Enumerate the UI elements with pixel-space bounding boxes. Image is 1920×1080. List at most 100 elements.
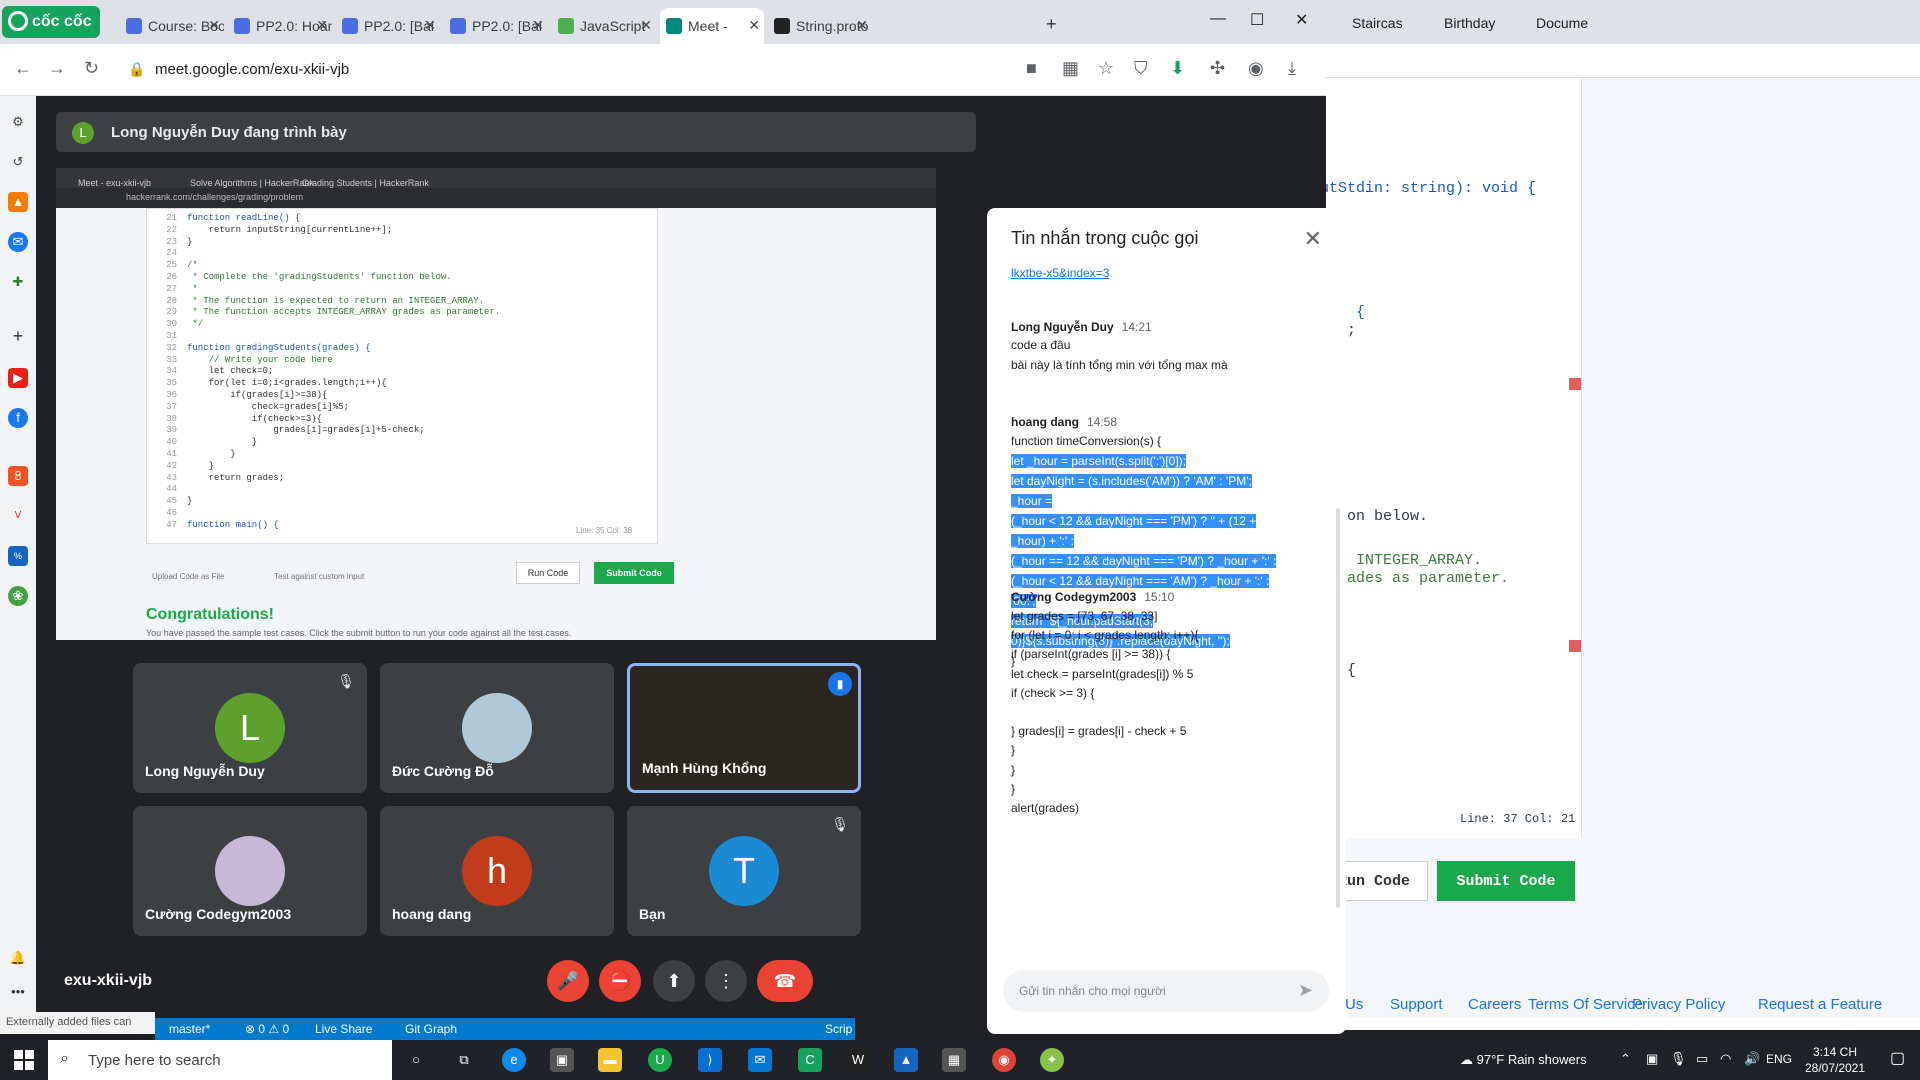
git-branch[interactable]: master*: [169, 1022, 210, 1036]
browser-tab[interactable]: JavaScript ✕: [552, 8, 656, 44]
downloads-icon[interactable]: ⤓: [1288, 58, 1296, 79]
add-sidebar-icon[interactable]: +: [8, 326, 28, 346]
coccoc-menu-button[interactable]: cốc cốc: [2, 6, 100, 38]
browser-tab[interactable]: PP2.0: [Bài ✕: [444, 8, 548, 44]
bg-footer-link[interactable]: Request a Feature: [1758, 996, 1882, 1013]
participant-tile[interactable]: T Bạn 🎙: [627, 806, 861, 936]
notification-bell-icon[interactable]: 🔔: [8, 948, 28, 968]
camera-icon[interactable]: ■: [1026, 58, 1037, 79]
cortana-icon[interactable]: ○: [404, 1048, 428, 1072]
browser-tab[interactable]: String.proto ✕: [768, 8, 872, 44]
app-icon[interactable]: ✦: [1040, 1048, 1064, 1072]
bg-tab[interactable]: Staircas: [1322, 6, 1410, 40]
live-share-button[interactable]: Live Share: [315, 1022, 372, 1036]
shield-icon[interactable]: ⛉: [1134, 58, 1148, 79]
tray-battery-icon[interactable]: ▭: [1696, 1051, 1708, 1067]
tab-close-icon[interactable]: ✕: [640, 17, 652, 34]
participant-tile[interactable]: L Long Nguyễn Duy 🎙: [133, 663, 367, 793]
chat-input[interactable]: Gửi tin nhắn cho mọi người ➤: [1003, 970, 1329, 1012]
leaf-icon[interactable]: ❀: [8, 586, 28, 606]
extensions-icon[interactable]: ✣: [1210, 58, 1225, 79]
present-screen-button[interactable]: ⬆: [653, 960, 695, 1002]
star-icon[interactable]: ☆: [1098, 58, 1114, 79]
browser-tab[interactable]: PP2.0: Hoàn ✕: [228, 8, 332, 44]
bg-footer-link[interactable]: Privacy Policy: [1632, 996, 1725, 1013]
wifi-icon[interactable]: ◠: [1720, 1051, 1731, 1067]
download-green-icon[interactable]: ⬇: [1170, 58, 1185, 79]
file-explorer-icon[interactable]: ▬: [598, 1048, 622, 1072]
tab-close-icon[interactable]: ✕: [424, 17, 436, 34]
browser-tab[interactable]: Course: Boo ✕: [120, 8, 224, 44]
chat-scrollbar[interactable]: [1336, 508, 1340, 908]
weather-widget[interactable]: ☁ 97°F Rain showers: [1460, 1052, 1587, 1068]
new-tab-icon[interactable]: +: [1046, 14, 1057, 35]
webstorm-icon[interactable]: W: [846, 1048, 870, 1072]
taskbar-search[interactable]: ⌕ Type here to search: [48, 1040, 392, 1080]
settings-icon[interactable]: ⚙: [8, 112, 28, 132]
gamepad-icon[interactable]: ✚: [8, 272, 28, 292]
tab-close-icon[interactable]: ✕: [856, 17, 868, 34]
facebook-icon[interactable]: f: [8, 408, 28, 428]
more-options-button[interactable]: ⋮: [705, 960, 747, 1002]
end-call-button[interactable]: ☎: [757, 960, 813, 1002]
close-window-icon[interactable]: ✕: [1295, 10, 1308, 30]
chat-link[interactable]: lkxtbe-x5&index=3: [1011, 266, 1109, 280]
git-graph-button[interactable]: Git Graph: [405, 1022, 457, 1036]
language-indicator[interactable]: ENG: [1766, 1052, 1792, 1066]
forward-icon[interactable]: →: [48, 58, 66, 79]
bg-submit-code-button[interactable]: Submit Code: [1437, 861, 1575, 901]
participant-tile[interactable]: Đức Cường Đỗ: [380, 663, 614, 793]
tab-close-icon[interactable]: ✕: [208, 17, 220, 34]
browser-tab[interactable]: PP2.0: [Bài ✕: [336, 8, 440, 44]
browser-tab[interactable]: Meet - ✕: [660, 8, 764, 44]
start-icon[interactable]: [14, 1050, 34, 1070]
vscode-icon[interactable]: ⟩: [698, 1048, 722, 1072]
participant-tile[interactable]: h hoang dang: [380, 806, 614, 936]
tab-close-icon[interactable]: ✕: [316, 17, 328, 34]
profile-icon[interactable]: ◉: [1248, 58, 1264, 79]
participant-tile[interactable]: ▮ Mạnh Hùng Khổng: [627, 663, 861, 793]
calculator-icon[interactable]: ▦: [942, 1048, 966, 1072]
action-center-icon[interactable]: ▢: [1890, 1048, 1905, 1068]
coccoc-icon[interactable]: C: [798, 1048, 822, 1072]
close-chat-icon[interactable]: ✕: [1304, 226, 1322, 252]
bg-footer-link[interactable]: Careers: [1468, 996, 1521, 1013]
volume-icon[interactable]: 🔊: [1744, 1051, 1760, 1067]
more-menu-icon[interactable]: •••: [8, 982, 28, 1002]
sale-icon[interactable]: %: [8, 546, 28, 566]
messenger-icon[interactable]: ✉: [8, 232, 28, 252]
lock-icon[interactable]: 🔒: [128, 61, 145, 78]
maximize-icon[interactable]: ☐: [1250, 10, 1264, 30]
photos-icon[interactable]: ▲: [894, 1048, 918, 1072]
mic-off-button[interactable]: 🎤: [547, 960, 589, 1002]
url-field[interactable]: meet.google.com/exu-xkii-vjb: [155, 61, 349, 78]
back-icon[interactable]: ←: [14, 58, 32, 79]
problems-indicator[interactable]: ⊗ 0 ⚠ 0: [245, 1022, 289, 1036]
vtv-icon[interactable]: V: [8, 506, 28, 526]
upwork-icon[interactable]: U: [648, 1048, 672, 1072]
tab-close-icon[interactable]: ✕: [532, 17, 544, 34]
camera-off-button[interactable]: ⛔: [599, 960, 641, 1002]
store-icon[interactable]: ▣: [550, 1048, 574, 1072]
game-flame-icon[interactable]: ▲: [8, 192, 28, 212]
chrome-icon[interactable]: ◉: [992, 1048, 1016, 1072]
minimize-icon[interactable]: —: [1210, 10, 1226, 28]
tray-mic-icon[interactable]: 🎙: [1670, 1051, 1687, 1067]
tab-close-icon[interactable]: ✕: [748, 17, 760, 34]
bg-footer-link[interactable]: Support: [1390, 996, 1443, 1013]
participant-tile[interactable]: Cường Codegym2003: [133, 806, 367, 936]
app-88-icon[interactable]: 8: [8, 466, 28, 486]
bg-footer-link[interactable]: Terms Of Service: [1528, 996, 1643, 1013]
background-code-editor[interactable]: utStdin: string): void {oid {n');ction b…: [1320, 78, 1582, 838]
clock[interactable]: 3:14 CH 28/07/2021: [1800, 1044, 1870, 1076]
history-icon[interactable]: ↺: [8, 152, 28, 172]
task-view-icon[interactable]: ⧉: [452, 1048, 476, 1072]
tray-device-icon[interactable]: ▣: [1646, 1051, 1658, 1067]
tray-chevron-icon[interactable]: ⌃: [1620, 1051, 1631, 1067]
qr-icon[interactable]: ▦: [1062, 58, 1079, 79]
youtube-icon[interactable]: ▶: [8, 368, 28, 388]
mail-icon[interactable]: ✉: [748, 1048, 772, 1072]
edge-icon[interactable]: e: [502, 1048, 526, 1072]
bg-tab[interactable]: Docume: [1506, 6, 1594, 40]
bg-tab[interactable]: Birthday: [1414, 6, 1502, 40]
